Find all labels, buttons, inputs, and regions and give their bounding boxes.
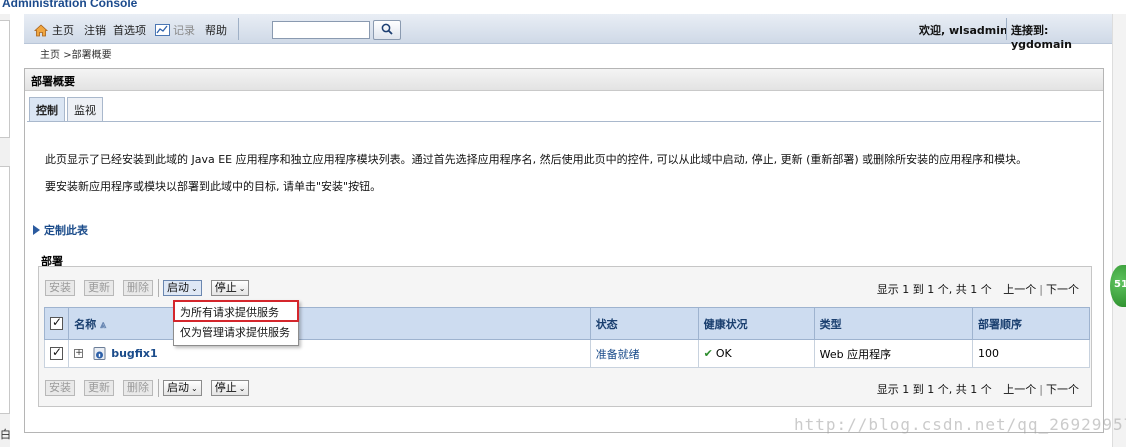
- start-menu-button[interactable]: 启动 ⌄: [163, 380, 202, 396]
- sort-ascending-icon: ⩓: [100, 317, 107, 331]
- left-edge-text: 白: [0, 428, 11, 441]
- expand-row-icon[interactable]: +: [74, 349, 84, 359]
- start-menu-button[interactable]: 启动 ⌄: [163, 280, 202, 296]
- breadcrumb: 主页 >部署概要: [40, 46, 112, 61]
- chevron-down-icon: ⌄: [191, 284, 198, 293]
- stop-menu-button[interactable]: 停止 ⌄: [210, 280, 250, 296]
- watermark: http://blog.csdn.net/qq_26929957: [794, 415, 1126, 434]
- select-all-checkbox[interactable]: [50, 315, 63, 331]
- toolbar-divider: [238, 18, 239, 40]
- panel-title: 部署概要: [25, 69, 1103, 91]
- row-health-cell: ✔ OK: [697, 339, 815, 368]
- pager-separator: |: [1039, 383, 1043, 396]
- stop-label: 停止: [214, 281, 237, 294]
- stop-menu-button[interactable]: 停止 ⌄: [210, 380, 250, 396]
- action-bar-top: 安装 更新 删除 启动 ⌄ 停止 ⌄: [45, 279, 258, 297]
- search-button[interactable]: [373, 20, 401, 40]
- expand-triangle-icon: [33, 225, 40, 235]
- left-panel-bottom: [0, 166, 10, 414]
- home-label: 主页: [52, 24, 74, 37]
- pager-prev[interactable]: 上一个: [1003, 283, 1036, 296]
- app-name-link[interactable]: bugfix1: [111, 347, 157, 360]
- home-icon: [34, 23, 48, 37]
- delete-button[interactable]: 删除: [123, 380, 153, 396]
- install-button[interactable]: 安装: [45, 280, 75, 296]
- tab-control[interactable]: 控制: [29, 97, 65, 121]
- row-order-cell: 100: [971, 339, 1091, 368]
- ok-check-icon: ✔: [703, 347, 713, 360]
- logout-label: 注销: [84, 24, 106, 37]
- home-link[interactable]: 主页: [34, 22, 74, 38]
- toolbar-divider-right: [1006, 18, 1007, 40]
- pager-prev[interactable]: 上一个: [1003, 383, 1036, 396]
- record-link[interactable]: 记录: [155, 22, 195, 38]
- chevron-down-icon: ⌄: [238, 384, 246, 393]
- row-select-cell: [43, 339, 70, 368]
- select-all-cell: [43, 307, 70, 340]
- update-button[interactable]: 更新: [84, 380, 114, 396]
- tab-bar: 控制 监视: [29, 97, 105, 121]
- breadcrumb-home[interactable]: 主页: [40, 50, 60, 61]
- row-status-cell: 准备就绪: [589, 339, 699, 368]
- pager-bottom: 显示 1 到 1 个, 共 1 个 上一个 | 下一个: [877, 381, 1079, 397]
- action-divider: [158, 379, 159, 397]
- help-link[interactable]: 帮助: [205, 22, 227, 38]
- right-edge: [1112, 14, 1126, 447]
- connected-label: 连接到: ygdomain: [1011, 24, 1072, 51]
- search-input[interactable]: [272, 21, 370, 39]
- pager-next[interactable]: 下一个: [1046, 383, 1079, 396]
- connected-text: 连接到: ygdomain: [1011, 22, 1112, 51]
- action-divider: [158, 279, 159, 297]
- col-order[interactable]: 部署顺序: [971, 307, 1091, 340]
- top-toolbar: 主页 注销 首选项 记录 帮助 欢迎, wlsadmin 连接到: ygdoma…: [24, 14, 1112, 51]
- chevron-down-icon: ⌄: [238, 284, 246, 293]
- menu-item-serve-all-requests[interactable]: 为所有请求提供服务: [173, 300, 299, 322]
- app-title: Administration Console: [2, 0, 138, 10]
- pager-separator: |: [1039, 283, 1043, 296]
- customize-table-link[interactable]: 定制此表: [33, 222, 88, 238]
- pager-summary: 显示 1 到 1 个, 共 1 个: [876, 383, 992, 396]
- start-label: 启动: [167, 381, 189, 394]
- breadcrumb-current: >部署概要: [63, 50, 112, 61]
- search-icon: [381, 23, 393, 38]
- pager-top: 显示 1 到 1 个, 共 1 个 上一个 | 下一个: [877, 281, 1079, 297]
- welcome-text: 欢迎, wlsadmin: [919, 24, 1008, 37]
- preferences-link[interactable]: 首选项: [113, 22, 146, 38]
- row-type-cell: Web 应用程序: [813, 339, 973, 368]
- menu-item-serve-admin-requests[interactable]: 仅为管理请求提供服务: [174, 321, 298, 341]
- delete-button[interactable]: 删除: [123, 280, 153, 296]
- col-type[interactable]: 类型: [813, 307, 973, 340]
- stop-label: 停止: [214, 381, 237, 394]
- app-module-icon: [93, 347, 106, 361]
- install-button[interactable]: 安装: [45, 380, 75, 396]
- logout-link[interactable]: 注销: [84, 22, 106, 38]
- update-button[interactable]: 更新: [84, 280, 114, 296]
- col-health[interactable]: 健康状况: [697, 307, 815, 340]
- col-status[interactable]: 状态: [589, 307, 699, 340]
- row-name-cell: + bugfix1: [68, 339, 591, 368]
- start-dropdown-menu: 为所有请求提供服务 仅为管理请求提供服务: [173, 300, 299, 346]
- col-name[interactable]: 名称 ⩓: [68, 307, 591, 340]
- customize-label: 定制此表: [44, 224, 88, 237]
- col-name-label: 名称: [74, 317, 97, 331]
- left-panel-top: [0, 20, 10, 138]
- pager-next[interactable]: 下一个: [1046, 283, 1079, 296]
- record-label: 记录: [173, 24, 195, 37]
- health-value: OK: [715, 347, 732, 360]
- tab-monitoring[interactable]: 监视: [67, 97, 103, 121]
- page-description: 此页显示了已经安装到此域的 Java EE 应用程序和独立应用程序模块列表。通过…: [45, 153, 1028, 166]
- start-label: 启动: [167, 281, 189, 294]
- chart-icon: [155, 24, 170, 36]
- pager-summary: 显示 1 到 1 个, 共 1 个: [876, 283, 992, 296]
- chevron-down-icon: ⌄: [191, 384, 198, 393]
- tab-divider: [27, 121, 1101, 122]
- deployment-summary-panel: 部署概要 控制 监视 此页显示了已经安装到此域的 Java EE 应用程序和独立…: [24, 68, 1104, 433]
- preferences-label: 首选项: [113, 24, 146, 37]
- action-bar-bottom: 安装 更新 删除 启动 ⌄ 停止 ⌄: [45, 379, 258, 397]
- help-label: 帮助: [205, 24, 227, 37]
- row-checkbox[interactable]: [50, 345, 63, 361]
- install-hint: 要安装新应用程序或模块以部署到此域中的目标, 请单击"安装"按钮。: [45, 180, 382, 193]
- status-link[interactable]: 准备就绪: [596, 348, 640, 361]
